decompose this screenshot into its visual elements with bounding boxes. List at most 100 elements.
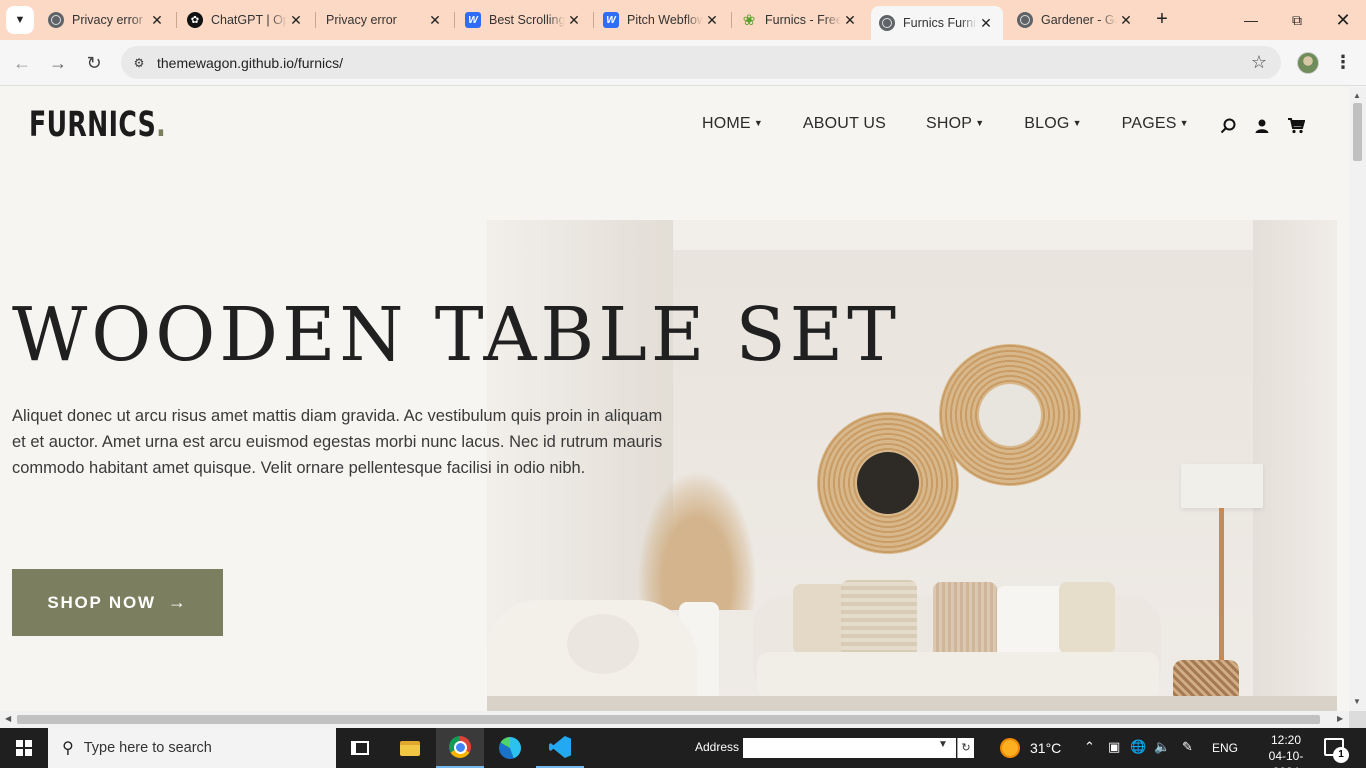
forward-button[interactable]: → [44, 49, 72, 77]
close-icon[interactable]: ✕ [148, 12, 166, 29]
close-icon[interactable]: ✕ [841, 12, 859, 29]
close-icon[interactable]: ✕ [703, 12, 721, 29]
taskbar-search-box[interactable]: ⚲ Type here to search [48, 728, 336, 768]
caret-down-icon: ▼ [753, 118, 763, 128]
globe-icon [879, 15, 895, 31]
leaf-icon: ❀ [742, 12, 756, 29]
caret-down-icon: ▼ [1072, 118, 1082, 128]
search-icon[interactable] [1219, 117, 1237, 135]
clock-date: 04-10-2024 [1268, 749, 1304, 768]
tab-title: Privacy error [72, 13, 143, 27]
nav-label: SHOP [926, 115, 973, 132]
tab-chatgpt[interactable]: ✿ ChatGPT | OpenAI ✕ [179, 5, 313, 35]
meet-now-icon[interactable]: ▣ [1108, 739, 1120, 755]
network-globe-icon[interactable]: 🌐 [1130, 739, 1146, 755]
round-mirror [817, 412, 959, 554]
taskbar-chrome[interactable] [436, 728, 484, 768]
tab-best-scrolling[interactable]: W Best Scrolling ✕ [457, 5, 591, 35]
new-tab-button[interactable]: + [1150, 8, 1174, 32]
show-hidden-icons-icon[interactable]: ⌃ [1084, 739, 1095, 755]
folder-icon [400, 740, 420, 756]
horizontal-scroll-thumb[interactable] [17, 715, 1320, 724]
nav-blog[interactable]: BLOG ▼ [1024, 115, 1081, 133]
cart-icon[interactable] [1287, 117, 1305, 135]
scroll-up-icon[interactable]: ▲ [1353, 91, 1361, 100]
nav-about-us[interactable]: ABOUT US [803, 115, 886, 133]
address-toolbar-input[interactable] [743, 738, 956, 758]
horizontal-scrollbar[interactable]: ◀ ▶ [0, 711, 1349, 728]
minimize-button[interactable]: — [1228, 0, 1274, 40]
back-button[interactable]: ← [8, 49, 36, 77]
address-bar[interactable]: ⚙ themewagon.github.io/furnics/ ☆ [121, 46, 1281, 79]
tab-title: Furnics Furniture [903, 16, 977, 30]
browser-toolbar: ← → ↻ ⚙ themewagon.github.io/furnics/ ☆ … [0, 40, 1366, 86]
weather-temperature[interactable]: 31°C [1030, 740, 1061, 756]
taskbar-file-explorer[interactable] [386, 728, 434, 768]
taskbar-vscode[interactable] [536, 728, 584, 768]
go-refresh-icon[interactable]: ↻ [957, 738, 974, 758]
close-icon[interactable]: ✕ [1117, 12, 1135, 29]
system-clock[interactable]: 12:20 04-10-2024 [1256, 732, 1316, 768]
windows-logo-icon [16, 740, 32, 756]
input-language[interactable]: ENG [1212, 741, 1238, 755]
scroll-down-icon[interactable]: ▼ [1353, 697, 1361, 706]
notification-badge: 1 [1333, 747, 1349, 763]
tab-search-button[interactable]: ▼ [6, 6, 34, 34]
task-view-icon [351, 741, 369, 755]
arrow-right-icon: → [167, 592, 188, 612]
webflow-icon: W [603, 12, 619, 28]
page-viewport: FURNICS. HOME ▼ ABOUT US SHOP ▼ BLOG ▼ PAGE… [0, 87, 1349, 711]
nav-label: HOME [702, 115, 751, 132]
tab-furnics-furniture[interactable]: Furnics Furniture ✕ [871, 6, 1003, 40]
scroll-left-icon[interactable]: ◀ [5, 714, 11, 723]
tab-pitch-webflow[interactable]: W Pitch Webflow ✕ [595, 5, 729, 35]
tab-title: Furnics - Free [765, 13, 841, 27]
reload-button[interactable]: ↻ [80, 49, 108, 77]
chevron-down-icon[interactable]: ▼ [938, 739, 948, 750]
start-button[interactable] [0, 728, 48, 768]
url-text[interactable]: themewagon.github.io/furnics/ [157, 55, 343, 71]
vertical-scrollbar[interactable]: ▲ ▼ [1349, 87, 1366, 711]
scroll-right-icon[interactable]: ▶ [1337, 714, 1343, 723]
site-logo[interactable]: FURNICS. [29, 105, 166, 145]
close-icon[interactable]: ✕ [287, 12, 305, 29]
taskbar-edge[interactable] [486, 728, 534, 768]
pen-icon[interactable]: ✎ [1182, 739, 1193, 755]
tab-privacy-error-2[interactable]: Privacy error ✕ [318, 5, 452, 35]
nav-home[interactable]: HOME ▼ [702, 115, 763, 133]
close-icon[interactable]: ✕ [565, 12, 583, 29]
hero-description: Aliquet donec ut arcu risus amet mattis … [12, 407, 663, 477]
volume-icon[interactable]: 🔈 [1154, 739, 1170, 755]
close-icon[interactable]: ✕ [426, 12, 444, 29]
hero-title: WOODEN TABLE SET [12, 292, 900, 378]
logo-text: FURNICS [29, 105, 157, 145]
task-view-button[interactable] [336, 728, 384, 768]
bookmark-star-icon[interactable]: ☆ [1251, 52, 1267, 73]
taskbar-search-placeholder: Type here to search [83, 740, 212, 756]
more-menu-icon[interactable]: ⋮ [1334, 51, 1352, 73]
nav-label: PAGES [1121, 115, 1177, 132]
tab-title: ChatGPT | OpenAI [211, 13, 287, 27]
clock-time: 12:20 [1270, 733, 1302, 747]
nav-pages[interactable]: PAGES ▼ [1122, 115, 1189, 133]
profile-avatar[interactable] [1297, 52, 1319, 74]
close-window-button[interactable]: ✕ [1320, 0, 1366, 40]
weather-sun-icon[interactable] [1000, 738, 1020, 758]
tab-gardener[interactable]: Gardener - Gardening ✕ [1009, 5, 1143, 35]
tab-privacy-error-1[interactable]: Privacy error ✕ [40, 5, 174, 35]
windows-taskbar: ⚲ Type here to search Address ▼ ↻ 31°C ⌃… [0, 728, 1366, 768]
nav-label: ABOUT US [802, 115, 887, 132]
chatgpt-icon: ✿ [187, 12, 203, 28]
restore-button[interactable]: ⧉ [1274, 0, 1320, 40]
shop-now-button[interactable]: SHOP NOW → [12, 569, 223, 636]
vertical-scroll-thumb[interactable] [1353, 103, 1362, 161]
tab-title: Best Scrolling [489, 13, 565, 27]
close-icon[interactable]: ✕ [977, 15, 995, 32]
chevron-down-icon: ▼ [14, 14, 26, 26]
tab-furnics-free[interactable]: ❀ Furnics - Free ✕ [733, 5, 867, 35]
caret-down-icon: ▼ [975, 118, 985, 128]
nav-shop[interactable]: SHOP ▼ [926, 115, 984, 133]
webflow-icon: W [465, 12, 481, 28]
site-settings-icon[interactable]: ⚙ [127, 51, 151, 75]
user-icon[interactable] [1253, 117, 1271, 135]
